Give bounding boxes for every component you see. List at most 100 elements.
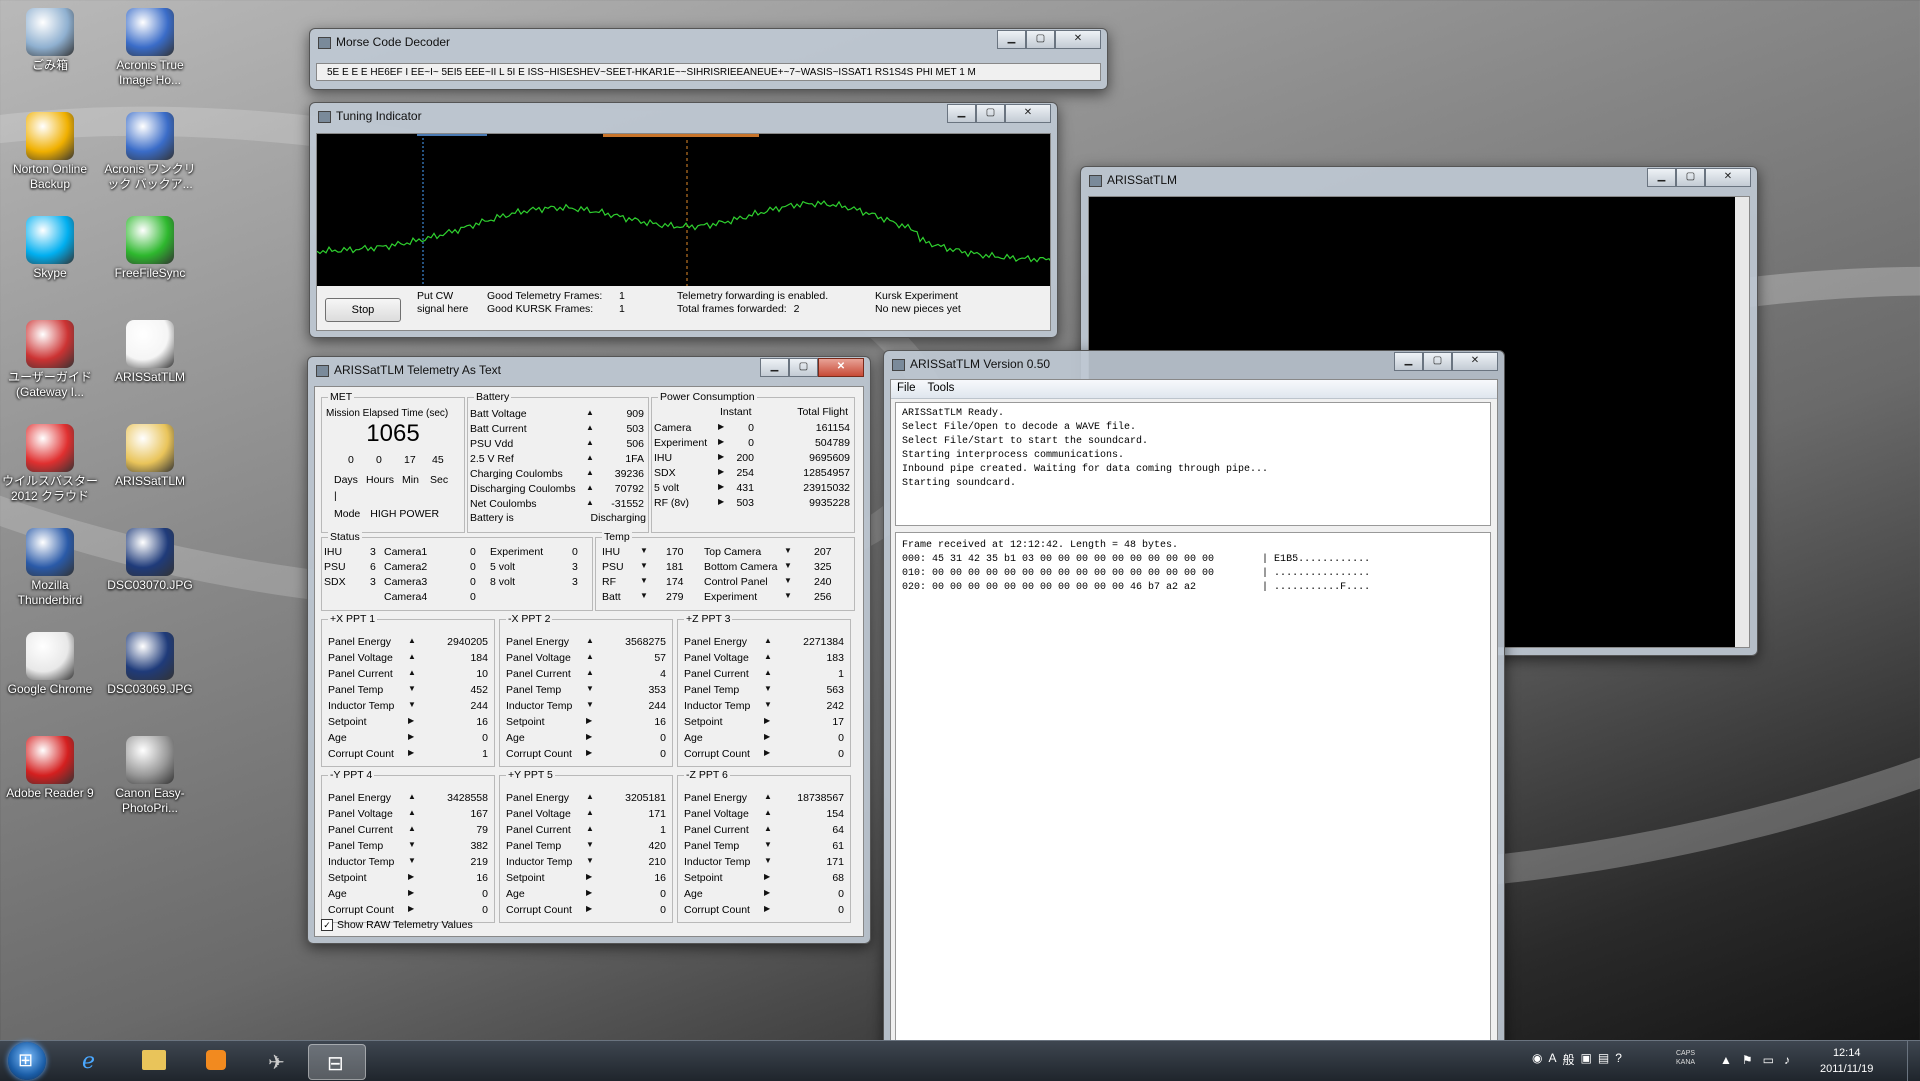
show-desktop-button[interactable]: [1907, 1041, 1920, 1081]
trend-arrow-icon: ▲: [586, 652, 594, 661]
close-button[interactable]: ✕: [1452, 352, 1498, 371]
desktop-icon[interactable]: ARISSatTLM: [102, 320, 198, 385]
desktop-icon[interactable]: Acronis ワンクリック バックア...: [102, 112, 198, 192]
trend-arrow-icon: ▼: [408, 700, 416, 709]
ppt-row: Panel Energy ▲ 3428558: [322, 792, 494, 805]
maximize-button[interactable]: ▢: [789, 358, 818, 377]
title-bar[interactable]: ARISSatTLM ▁ ▢ ✕: [1081, 167, 1757, 193]
desktop-icon[interactable]: Mozilla Thunderbird: [2, 528, 98, 608]
menu-tools[interactable]: Tools: [922, 380, 961, 398]
checkbox-check-icon[interactable]: ✓: [321, 919, 333, 931]
power-total-value: 12854957: [803, 467, 850, 479]
ppt-row: Panel Current ▲ 10: [322, 668, 494, 681]
kanji-tray-icon[interactable]: 般: [1563, 1051, 1575, 1068]
desktop-icon[interactable]: Skype: [2, 216, 98, 281]
minimize-button[interactable]: ▁: [1647, 168, 1676, 187]
maximize-button[interactable]: ▢: [1676, 168, 1705, 187]
taskbar-media[interactable]: [188, 1044, 244, 1078]
stop-button[interactable]: Stop: [325, 298, 401, 322]
ppt-row-value: 16: [654, 716, 666, 728]
ppt-row-value: 563: [826, 684, 844, 696]
battery-row: 2.5 V Ref ▲ 1FA: [468, 453, 648, 466]
power-row-label: 5 volt: [654, 482, 680, 494]
title-bar[interactable]: Tuning Indicator ▁ ▢ ✕: [310, 103, 1057, 129]
ppt-row-value: 68: [832, 872, 844, 884]
minimize-button[interactable]: ▁: [947, 104, 976, 123]
maximize-button[interactable]: ▢: [1423, 352, 1452, 371]
close-button[interactable]: ✕: [1005, 104, 1051, 123]
power-total-value: 9695609: [809, 452, 850, 464]
good-kursk-value: 1: [619, 303, 625, 315]
status-log: ARISSatTLM Ready. Select File/Open to dec…: [895, 402, 1491, 526]
ppt-row-label: Age: [506, 732, 525, 744]
maximize-button[interactable]: ▢: [976, 104, 1005, 123]
instant-header: Instant: [720, 406, 752, 418]
ppt-row: Corrupt Count ▶ 0: [500, 748, 672, 761]
ppt-row-label: Panel Energy: [684, 792, 748, 804]
flag-icon[interactable]: ⚑: [1742, 1053, 1753, 1067]
desktop-icon[interactable]: ARISSatTLM: [102, 424, 198, 489]
power-row-label: IHU: [654, 452, 673, 464]
ppt-row: Inductor Temp ▼ 242: [678, 700, 850, 713]
volume-icon[interactable]: ♪: [1784, 1053, 1790, 1067]
ppt-row-label: Panel Current: [684, 668, 749, 680]
desktop-icon[interactable]: ウイルスバスター 2012 クラウド: [2, 424, 98, 504]
ppt-row-label: Setpoint: [684, 872, 723, 884]
power-row-label: SDX: [654, 467, 676, 479]
close-button[interactable]: ✕: [1705, 168, 1751, 187]
taskbar-ie[interactable]: ℯ: [64, 1044, 120, 1078]
trend-arrow-icon: ▼: [408, 684, 416, 693]
battery-row: Batt Voltage ▲ 909: [468, 408, 648, 421]
network-tray-icon[interactable]: ▤: [1598, 1051, 1609, 1068]
caps-indicator: CAPS: [1676, 1050, 1696, 1057]
desktop-icon[interactable]: FreeFileSync: [102, 216, 198, 281]
desktop-icon[interactable]: ごみ箱: [2, 8, 98, 73]
menu-file[interactable]: File: [891, 380, 922, 398]
ppt-row-label: Setpoint: [506, 716, 545, 728]
title-bar[interactable]: ARISSatTLM Telemetry As Text ▁ ▢ ✕: [308, 357, 870, 383]
ime-tray-icon[interactable]: A: [1548, 1051, 1556, 1068]
ppt-row-value: 0: [660, 888, 666, 900]
power-row: RF (8v) ▶ 503 9935228: [652, 497, 854, 510]
ppt-row: Panel Current ▲ 64: [678, 824, 850, 837]
desktop-icon[interactable]: ユーザーガイド (Gateway I...: [2, 320, 98, 400]
desktop-icon[interactable]: DSC03069.JPG: [102, 632, 198, 697]
start-button[interactable]: ⊞: [8, 1042, 46, 1080]
log-line: Select File/Open to decode a WAVE file.: [902, 422, 1137, 433]
trend-arrow-icon: ▶: [586, 888, 593, 897]
ppt-group: -X PPT 2 Panel Energy ▲ 3568275 Panel Voltag…: [499, 613, 673, 767]
ppt-row: Setpoint ▶ 68: [678, 872, 850, 885]
ppt-row: Panel Energy ▲ 2940205: [322, 636, 494, 649]
desktop-icon[interactable]: Norton Online Backup: [2, 112, 98, 192]
desktop-icon[interactable]: Acronis True Image Ho...: [102, 8, 198, 88]
taskbar-app[interactable]: ✈: [250, 1044, 306, 1078]
minimize-button[interactable]: ▁: [1394, 352, 1423, 371]
monitor-icon[interactable]: ▭: [1763, 1053, 1774, 1067]
show-hidden-icons[interactable]: ▲: [1720, 1053, 1732, 1067]
spectrum-display[interactable]: [317, 134, 1051, 286]
ppt-row: Panel Energy ▲ 3205181: [500, 792, 672, 805]
ppt-row-label: Inductor Temp: [684, 700, 751, 712]
close-button[interactable]: ✕: [818, 358, 864, 377]
ppt-row: Panel Temp ▼ 563: [678, 684, 850, 697]
desktop-icon[interactable]: Google Chrome: [2, 632, 98, 697]
desktop-icon[interactable]: Canon Easy-PhotoPri...: [102, 736, 198, 816]
minimize-button[interactable]: ▁: [760, 358, 789, 377]
clock[interactable]: 12:14 2011/11/19: [1820, 1045, 1873, 1077]
tool-tray-icon[interactable]: ▣: [1581, 1051, 1592, 1068]
close-button[interactable]: ✕: [1055, 30, 1101, 49]
taskbar-arissattlm[interactable]: ⊟: [308, 1044, 366, 1080]
show-raw-checkbox[interactable]: ✓ Show RAW Telemetry Values: [321, 919, 473, 931]
antivirus-tray-icon[interactable]: ◉: [1532, 1051, 1542, 1068]
title-bar[interactable]: ARISSatTLM Version 0.50 ▁ ▢ ✕: [884, 351, 1504, 377]
taskbar-explorer[interactable]: [126, 1044, 182, 1078]
help-tray-icon[interactable]: ?: [1615, 1051, 1622, 1068]
minimize-button[interactable]: ▁: [997, 30, 1026, 49]
maximize-button[interactable]: ▢: [1026, 30, 1055, 49]
vertical-scrollbar[interactable]: [1735, 197, 1749, 647]
ppt-row: Age ▶ 0: [322, 888, 494, 901]
power-instant-value: 503: [736, 497, 754, 509]
title-bar[interactable]: Morse Code Decoder ▁ ▢ ✕: [310, 29, 1107, 55]
desktop-icon[interactable]: Adobe Reader 9: [2, 736, 98, 801]
desktop-icon[interactable]: DSC03070.JPG: [102, 528, 198, 593]
